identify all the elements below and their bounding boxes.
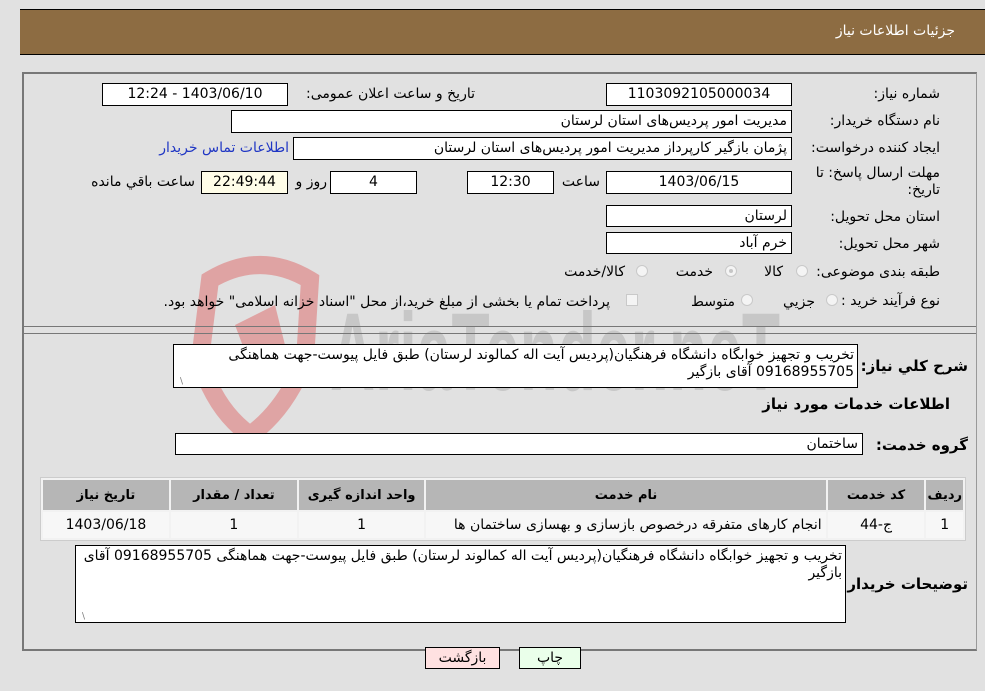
cell-unit: 1: [298, 512, 425, 538]
col-header-quantity: تعداد / مقدار: [170, 480, 297, 510]
category-option-goods: کالا: [764, 264, 783, 280]
delivery-city-field: خرم آباد: [606, 232, 792, 254]
deadline-time-field: 12:30: [467, 171, 554, 194]
resize-grip-icon[interactable]: ∖: [176, 378, 184, 387]
cell-service-name: انجام کارهای متفرقه درخصوص بازسازی و بهس…: [426, 512, 826, 538]
col-header-service-name: نام خدمت: [426, 480, 826, 510]
buyer-contact-link[interactable]: اطلاعات تماس خریدار: [159, 140, 289, 156]
treasury-bond-checkbox[interactable]: [626, 294, 638, 306]
cell-service-code: ج-44: [827, 512, 925, 538]
print-button[interactable]: چاپ: [519, 647, 581, 669]
page-header: جزئیات اطلاعات نیاز: [20, 9, 985, 55]
deadline-date-field: 1403/06/15: [606, 171, 792, 194]
deadline-label-line1: مهلت ارسال پاسخ: تا: [815, 165, 940, 181]
buyer-notes-textarea[interactable]: تخریب و تجهیز خوابگاه دانشگاه فرهنگیان(پ…: [75, 545, 846, 623]
table-header-row: رديف کد خدمت نام خدمت واحد اندازه گيری ت…: [43, 480, 963, 510]
separator: [24, 333, 976, 334]
col-header-service-code: کد خدمت: [827, 480, 925, 510]
description-label: شرح كلي نياز:: [860, 357, 968, 375]
cell-row-number: 1: [926, 512, 963, 538]
announce-datetime-field: 1403/06/10 - 12:24: [102, 83, 288, 106]
page-title: جزئیات اطلاعات نیاز: [835, 23, 955, 39]
delivery-province-label: استان محل تحویل:: [830, 209, 940, 225]
buyer-org-label: نام دستگاه خریدار:: [829, 113, 940, 129]
col-header-unit: واحد اندازه گيری: [298, 480, 425, 510]
purchase-type-option-minor: جزيي: [783, 294, 815, 310]
need-number-label: شماره نیاز:: [873, 86, 941, 102]
description-text: تخریب و تجهیز خوابگاه دانشگاه فرهنگیان(پ…: [228, 347, 854, 380]
separator: [24, 326, 976, 327]
cell-need-date: 1403/06/18: [43, 512, 169, 538]
service-group-label: گروه خدمت:: [875, 436, 968, 454]
category-radio-goods[interactable]: [796, 265, 808, 277]
purchase-type-option-medium: متوسط: [691, 294, 735, 310]
buyer-notes-text: تخریب و تجهیز خوابگاه دانشگاه فرهنگیان(پ…: [83, 548, 842, 581]
deadline-label-line2: تاریخ:: [907, 182, 940, 198]
back-button[interactable]: بازگشت: [425, 647, 500, 669]
deadline-time-label: ساعت: [561, 174, 600, 190]
buyer-org-field: مدیریت امور پردیس‌های استان لرستان: [231, 110, 792, 133]
purchase-type-radio-minor[interactable]: [826, 294, 838, 306]
days-label: روز و: [295, 174, 328, 190]
description-textarea[interactable]: تخریب و تجهیز خوابگاه دانشگاه فرهنگیان(پ…: [173, 344, 858, 388]
purchase-type-label: نوع فرآیند خرید :: [841, 293, 940, 309]
col-header-row-number: رديف: [926, 480, 963, 510]
delivery-city-label: شهر محل تحویل:: [838, 236, 940, 252]
requester-field: پژمان بازگیر کارپرداز مدیریت امور پردیس‌…: [293, 137, 792, 160]
remaining-days-field: 4: [330, 171, 417, 194]
table-row: 1 ج-44 انجام کارهای متفرقه درخصوص بازساز…: [43, 512, 963, 538]
requester-label: ایجاد کننده درخواست:: [811, 140, 940, 156]
announce-datetime-label: تاریخ و ساعت اعلان عمومی:: [306, 86, 475, 102]
treasury-bond-note: پرداخت تمام یا بخشی از مبلغ خرید،از محل …: [163, 294, 610, 310]
category-radio-goods-service[interactable]: [636, 265, 648, 277]
cell-quantity: 1: [170, 512, 297, 538]
category-option-goods-service: کالا/خدمت: [564, 264, 625, 280]
services-table: رديف کد خدمت نام خدمت واحد اندازه گيری ت…: [40, 477, 966, 541]
category-label: طبقه بندی موضوعی:: [816, 264, 940, 280]
remaining-time-field: 22:49:44: [201, 171, 288, 194]
resize-grip-icon[interactable]: ∖: [78, 613, 86, 622]
buyer-notes-label: توضیحات خریدار:: [841, 575, 968, 593]
purchase-type-radio-medium[interactable]: [741, 294, 753, 306]
remaining-time-label: ساعت باقي مانده: [91, 174, 195, 190]
category-option-service: خدمت: [675, 264, 713, 280]
col-header-need-date: تاريخ نياز: [43, 480, 169, 510]
need-number-field: 1103092105000034: [606, 83, 792, 106]
service-group-field: ساختمان: [175, 433, 863, 455]
category-radio-service[interactable]: [725, 265, 737, 277]
services-heading: اطلاعات خدمات مورد نياز: [762, 395, 950, 413]
delivery-province-field: لرستان: [606, 205, 792, 227]
